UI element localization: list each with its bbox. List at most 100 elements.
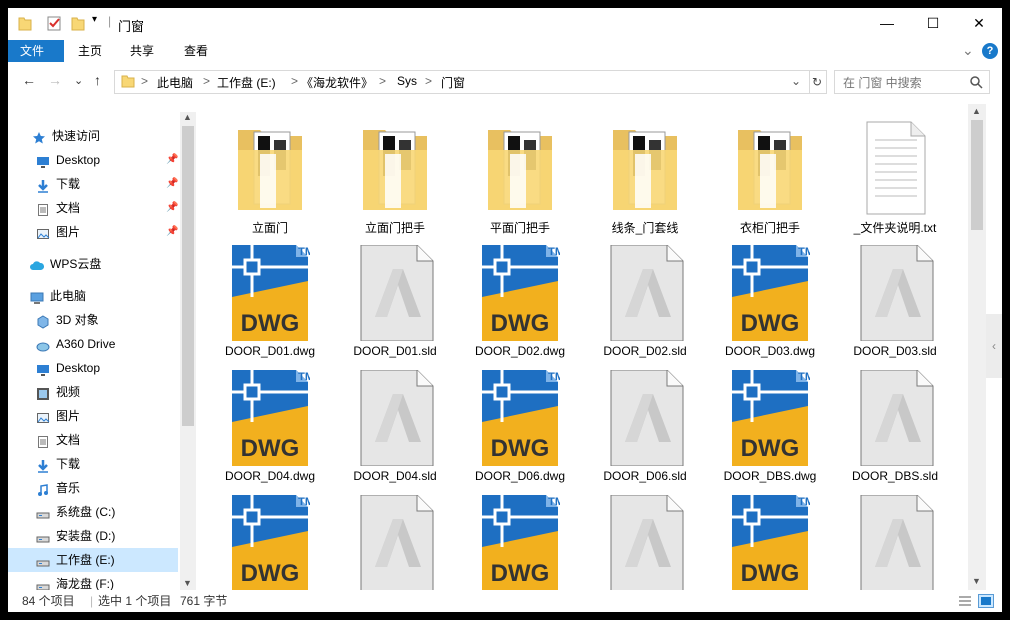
sidebar-item-label: 文档 [56, 201, 81, 215]
sidebar-item-label: A360 Drive [56, 337, 116, 351]
svg-text:TM: TM [298, 246, 310, 258]
file-item-dwg[interactable]: DWG TM [210, 495, 330, 590]
scroll-up-icon[interactable]: ▲ [183, 112, 192, 122]
scroll-up-icon[interactable]: ▲ [972, 106, 981, 116]
address-bar[interactable]: > 此电脑 > 工作盘 (E:) > 《海龙软件》 > Sys > 门窗 ⌄ [114, 70, 810, 94]
file-item-dwg[interactable]: DWG TM [710, 495, 830, 590]
sidebar-item[interactable]: A360 Drive [8, 332, 178, 356]
desktop-icon [36, 361, 50, 376]
file-item-sld[interactable]: DOOR_D04.sld [335, 369, 455, 492]
recent-locations-button[interactable]: ⌄ [74, 74, 83, 87]
sidebar-item[interactable]: 此电脑 [8, 284, 178, 308]
content-scrollbar[interactable]: ▲ ▼ [968, 104, 986, 590]
ribbon-expand-icon[interactable]: ⌄ [962, 42, 974, 59]
file-item-sld[interactable] [835, 494, 955, 590]
sld-file-icon [355, 494, 435, 590]
file-item-sld[interactable]: DOOR_D02.sld [585, 244, 705, 367]
file-item-dwg[interactable]: DWG TM DOOR_D02.dwg [460, 245, 580, 367]
sidebar-item[interactable]: WPS云盘 [8, 252, 178, 276]
file-name: DOOR_DBS.sld [851, 469, 939, 483]
sidebar-item[interactable]: 图片 📌 [8, 220, 178, 244]
scroll-down-icon[interactable]: ▼ [183, 578, 192, 588]
crumb-doors[interactable]: 门窗 [441, 74, 465, 91]
back-button[interactable]: ← [22, 72, 36, 88]
file-item-dwg[interactable]: DWG TM [460, 495, 580, 590]
large-icons-view-icon[interactable] [978, 594, 994, 608]
file-item-sld[interactable]: DOOR_DBS.sld [835, 369, 955, 492]
file-item-dwg[interactable]: DWG TM DOOR_D03.dwg [710, 245, 830, 367]
sidebar-item[interactable]: 安装盘 (D:) [8, 524, 178, 548]
sidebar-item[interactable]: Desktop [8, 356, 178, 380]
tab-file[interactable]: 文件 [8, 40, 64, 62]
tab-home[interactable]: 主页 [66, 40, 114, 62]
crumb-sys[interactable]: Sys [397, 74, 417, 88]
search-icon[interactable] [969, 75, 983, 89]
nav-scrollbar[interactable]: ▲ ▼ [180, 112, 196, 590]
scroll-down-icon[interactable]: ▼ [972, 576, 981, 586]
sidebar-item[interactable]: 文档 [8, 428, 178, 452]
sidebar-item[interactable]: 系统盘 (C:) [8, 500, 178, 524]
sld-file-icon [355, 369, 435, 467]
search-box[interactable] [834, 70, 990, 94]
file-name: DOOR_D02.dwg [474, 344, 566, 358]
file-item-sld[interactable]: DOOR_D06.sld [585, 369, 705, 492]
sidebar-item[interactable]: Desktop 📌 [8, 148, 178, 172]
forward-button[interactable]: → [48, 72, 62, 88]
file-item-dwg[interactable]: DWG TM DOOR_D06.dwg [460, 370, 580, 492]
sidebar-item[interactable]: 图片 [8, 404, 178, 428]
tab-view[interactable]: 查看 [172, 40, 220, 62]
close-button[interactable]: ✕ [956, 8, 1002, 38]
file-item-dwg[interactable]: DWG TM DOOR_D04.dwg [210, 370, 330, 492]
details-view-icon[interactable] [958, 595, 972, 607]
sidebar-item-label: 下载 [56, 457, 81, 471]
computer-icon [30, 289, 44, 304]
file-item-dwg[interactable]: DWG TM DOOR_DBS.dwg [710, 370, 830, 492]
file-item-folder[interactable]: 平面门把手 [460, 120, 580, 242]
sidebar-item[interactable]: 文档 📌 [8, 196, 178, 220]
sidebar-item[interactable]: 视频 [8, 380, 178, 404]
desktop-icon [36, 153, 50, 168]
sidebar-item[interactable]: 海龙盘 (F:) [8, 572, 178, 590]
file-item-txt[interactable]: _文件夹说明.txt [835, 120, 955, 242]
content-scroll-thumb[interactable] [971, 120, 983, 230]
sld-file-icon [355, 244, 435, 342]
sidebar-item[interactable]: 工作盘 (E:) [8, 548, 178, 572]
file-item-dwg[interactable]: DWG TM DOOR_D01.dwg [210, 245, 330, 367]
sidebar-item-label: Desktop [56, 153, 101, 167]
download-icon [36, 457, 50, 473]
properties-icon[interactable] [46, 15, 62, 31]
help-icon[interactable]: ? [982, 43, 998, 59]
file-name: 衣柜门把手 [739, 221, 800, 235]
file-item-folder[interactable]: 线条_门套线 [585, 120, 705, 242]
qat-dropdown-icon[interactable]: ▾ [92, 14, 97, 25]
search-input[interactable] [841, 73, 965, 93]
file-item-sld[interactable] [585, 494, 705, 590]
crumb-hailong[interactable]: 《海龙软件》 [301, 74, 373, 91]
new-folder-icon[interactable] [70, 15, 86, 31]
sidebar-item[interactable]: 快速访问 [8, 124, 178, 148]
crumb-this-pc[interactable]: 此电脑 [157, 74, 193, 91]
preview-pane-toggle[interactable]: ‹ [986, 314, 1002, 378]
svg-text:TM: TM [298, 496, 310, 508]
nav-scroll-thumb[interactable] [182, 126, 194, 426]
sidebar-item[interactable]: 3D 对象 [8, 308, 178, 332]
refresh-button[interactable]: ↻ [808, 70, 827, 94]
sld-file-icon [855, 244, 935, 342]
file-item-folder[interactable]: 立面门 [210, 120, 330, 242]
sidebar-item[interactable]: 音乐 [8, 476, 178, 500]
file-item-sld[interactable] [335, 494, 455, 590]
music-icon [36, 481, 50, 496]
minimize-button[interactable]: — [864, 8, 910, 38]
tab-share[interactable]: 共享 [118, 40, 166, 62]
file-item-sld[interactable]: DOOR_D03.sld [835, 244, 955, 367]
file-item-sld[interactable]: DOOR_D01.sld [335, 244, 455, 367]
up-button[interactable]: ↑ [94, 72, 101, 88]
sidebar-item-label: 工作盘 (E:) [56, 553, 115, 567]
maximize-button[interactable]: ☐ [910, 8, 956, 38]
sidebar-item[interactable]: 下载 📌 [8, 172, 178, 196]
crumb-work-drive[interactable]: 工作盘 (E:) [217, 74, 276, 91]
sidebar-item[interactable]: 下载 [8, 452, 178, 476]
address-dropdown-icon[interactable]: ⌄ [791, 74, 801, 88]
file-item-folder[interactable]: 立面门把手 [335, 120, 455, 242]
file-item-folder[interactable]: 衣柜门把手 [710, 120, 830, 242]
